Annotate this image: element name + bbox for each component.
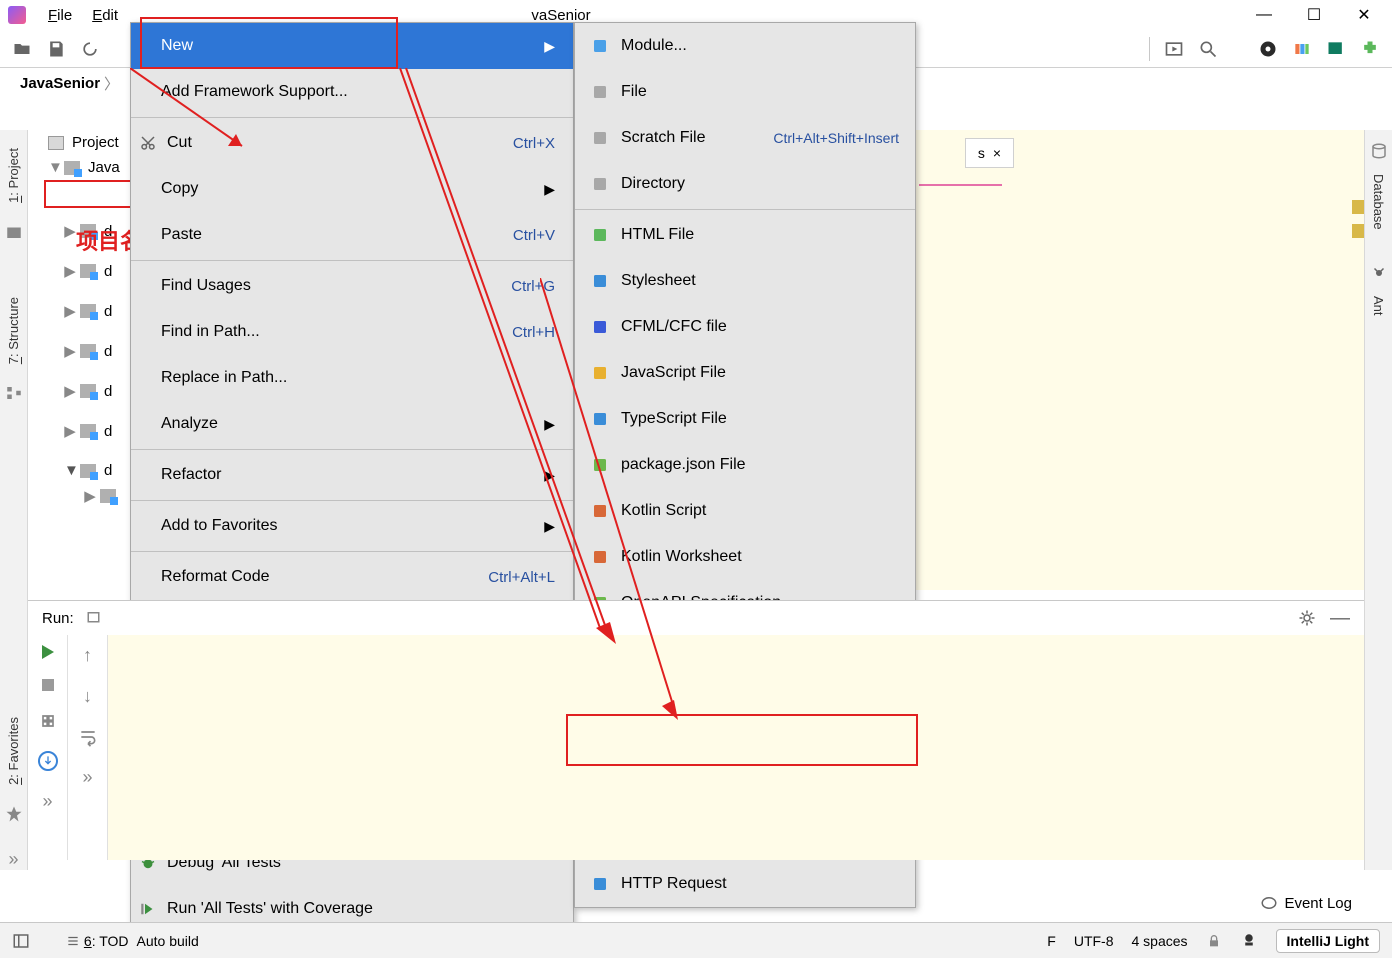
ant-icon [1370, 264, 1388, 282]
todo-button[interactable]: 6: TOD [66, 933, 129, 949]
tab-favorites[interactable]: 2: Favorites [2, 707, 25, 795]
menu-file[interactable]: FFileile [38, 3, 82, 28]
editor-tab-underline [919, 184, 1002, 186]
down-icon[interactable]: ↓ [83, 686, 92, 707]
status-encoding[interactable]: UTF-8 [1074, 933, 1114, 949]
left-tool-strip: 1: Project 7: Structure 2: Favorites » [0, 130, 28, 870]
download-icon[interactable] [38, 751, 58, 771]
stop-icon[interactable] [42, 679, 54, 691]
profiler-icon[interactable] [1258, 39, 1278, 59]
gutter-mark [1352, 200, 1364, 214]
expand-icon[interactable]: » [82, 767, 92, 788]
right-tool-strip: Database Ant [1364, 130, 1392, 870]
run-icon[interactable] [42, 645, 54, 659]
annotation-box-project [44, 180, 132, 208]
title-suffix: vaSenior [531, 7, 590, 24]
tab-structure[interactable]: 7: Structure [2, 287, 25, 374]
annotation-box-new [140, 17, 398, 69]
tab-close-icon[interactable]: × [993, 145, 1001, 161]
run-config-icon[interactable] [1164, 39, 1184, 59]
status-autobuild[interactable]: Auto build [137, 933, 199, 949]
soft-wrap-icon[interactable] [78, 727, 98, 747]
tab-ant[interactable]: Ant [1367, 286, 1390, 326]
save-icon[interactable] [46, 39, 66, 59]
run-title: Run: [42, 610, 74, 627]
tool-windows-icon[interactable] [12, 932, 30, 950]
breadcrumb-root[interactable]: JavaSenior [20, 75, 100, 92]
window-close[interactable]: ✕ [1354, 5, 1374, 25]
window-maximize[interactable]: ☐ [1304, 5, 1324, 25]
status-line-ending[interactable]: F [1047, 933, 1056, 949]
theme-selector[interactable]: IntelliJ Light [1276, 929, 1380, 953]
chevron-down-icon[interactable]: ▼ [48, 159, 60, 176]
new-item-module[interactable]: Module... [575, 23, 915, 69]
inspect-icon[interactable] [1326, 39, 1346, 59]
settings-icon[interactable] [38, 711, 58, 731]
minimize-panel-icon[interactable]: — [1330, 607, 1350, 630]
event-log-button[interactable]: Event Log [1260, 894, 1352, 912]
structure-icon [5, 384, 23, 402]
database-icon [1370, 142, 1388, 160]
gutter-mark [1352, 224, 1364, 238]
app-icon [8, 6, 26, 24]
expand-left-icon[interactable]: » [8, 849, 18, 870]
event-log-icon [1260, 894, 1278, 912]
inspector-icon[interactable] [1240, 932, 1258, 950]
gear-icon[interactable] [1298, 609, 1316, 627]
editor-tab[interactable]: s × [965, 138, 1014, 168]
plugin-icon[interactable] [1360, 39, 1380, 59]
status-bar: 6: TOD Auto build F UTF-8 4 spaces Intel… [0, 922, 1392, 958]
expand-icon[interactable]: » [42, 791, 52, 812]
star-icon [5, 805, 23, 823]
memory-icon[interactable] [1292, 39, 1312, 59]
tab-database[interactable]: Database [1367, 164, 1390, 240]
up-icon[interactable]: ↑ [83, 645, 92, 666]
chevron-right-icon: 〉 [104, 73, 119, 94]
annotation-box-resource-bundle [566, 714, 918, 766]
project-icon [5, 223, 23, 241]
run-actions-column: » [28, 635, 68, 860]
status-indent[interactable]: 4 spaces [1132, 933, 1188, 949]
module-icon [64, 161, 80, 175]
run-config-dropdown-icon[interactable] [86, 609, 104, 627]
run-output-actions: ↑ ↓ » [68, 635, 108, 860]
tab-project[interactable]: 1: Project [2, 138, 25, 213]
search-icon[interactable] [1198, 39, 1218, 59]
open-icon[interactable] [12, 39, 32, 59]
menu-edit[interactable]: Edit [82, 3, 128, 28]
lock-icon[interactable] [1206, 933, 1222, 949]
sync-icon[interactable] [80, 39, 100, 59]
project-root-icon [48, 136, 64, 150]
new-item-http-request[interactable]: HTTP Request [575, 861, 915, 907]
window-minimize[interactable]: — [1254, 5, 1274, 25]
